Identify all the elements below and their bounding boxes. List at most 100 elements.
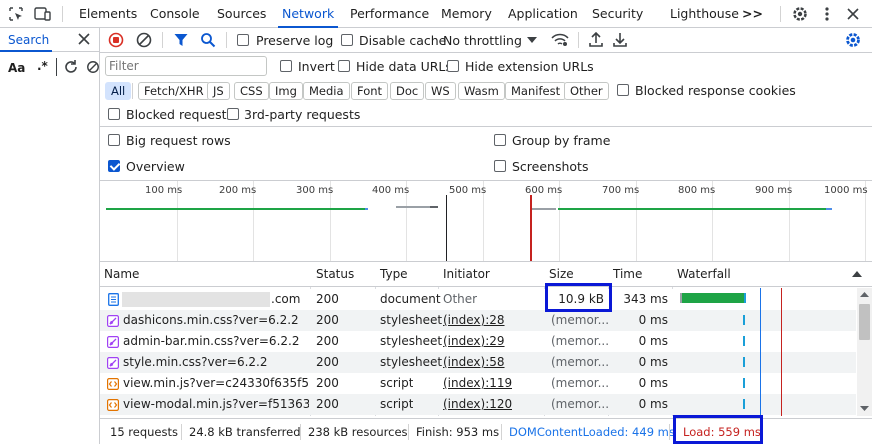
chip-other[interactable]: Other xyxy=(564,82,609,100)
chip-all[interactable]: All xyxy=(105,82,132,100)
script-icon xyxy=(107,377,119,390)
redacted-domain xyxy=(122,292,270,307)
chip-font[interactable]: Font xyxy=(351,82,389,100)
chip-ws[interactable]: WS xyxy=(425,82,456,100)
overview-timeline[interactable]: 100 ms 200 ms 300 ms 400 ms 500 ms 600 m… xyxy=(100,180,872,262)
chip-media[interactable]: Media xyxy=(303,82,350,100)
group-by-frame-label: Group by frame xyxy=(512,133,611,148)
third-party-requests-checkbox[interactable] xyxy=(227,108,239,120)
row-size: (memor... xyxy=(551,334,610,348)
preserve-log-checkbox[interactable] xyxy=(237,34,249,46)
row-initiator-link[interactable]: (index):28 xyxy=(443,310,505,331)
tab-sources[interactable]: Sources xyxy=(217,0,266,28)
clear-search-icon[interactable] xyxy=(86,59,100,75)
chip-doc[interactable]: Doc xyxy=(390,82,425,100)
close-devtools-icon[interactable] xyxy=(845,6,861,22)
overview-checkbox[interactable] xyxy=(108,160,120,172)
row-type: document xyxy=(380,292,441,306)
group-by-frame-checkbox[interactable] xyxy=(494,134,506,146)
row-initiator-link[interactable]: (index):119 xyxy=(443,373,512,394)
hide-extension-urls-label: Hide extension URLs xyxy=(465,59,594,74)
blocked-requests-checkbox[interactable] xyxy=(108,108,120,120)
row-initiator-link[interactable]: (index):58 xyxy=(443,352,505,373)
big-request-rows-label: Big request rows xyxy=(126,133,231,148)
row-status: 200 xyxy=(316,313,339,327)
inspect-element-icon[interactable] xyxy=(8,6,24,22)
export-har-icon[interactable] xyxy=(612,32,628,48)
requests-count: 15 requests xyxy=(110,425,178,439)
overview-request-bar xyxy=(365,208,368,210)
hide-extension-urls-checkbox[interactable] xyxy=(447,60,459,72)
kebab-menu-icon[interactable] xyxy=(820,6,834,22)
blocked-requests-label: Blocked requests xyxy=(126,107,233,122)
vertical-scrollbar[interactable] xyxy=(857,288,872,416)
chip-img[interactable]: Img xyxy=(269,82,303,100)
overview-request-bar xyxy=(558,208,826,210)
match-case-button[interactable]: Aa xyxy=(8,61,25,75)
invert-checkbox[interactable] xyxy=(280,60,292,72)
column-header-name[interactable]: Name xyxy=(104,262,139,286)
throttling-select[interactable]: No throttling xyxy=(443,33,522,48)
size-highlight-box xyxy=(545,283,612,312)
search-icon[interactable] xyxy=(200,32,216,48)
column-header-time[interactable]: Time xyxy=(613,262,642,286)
gear-icon[interactable] xyxy=(791,5,809,23)
row-time: 0 ms xyxy=(638,397,668,411)
scroll-down-icon[interactable] xyxy=(860,405,869,411)
tab-performance[interactable]: Performance xyxy=(350,0,429,28)
filter-icon[interactable] xyxy=(173,32,189,48)
scroll-up-icon[interactable] xyxy=(860,291,869,297)
tab-lighthouse[interactable]: Lighthouse xyxy=(670,0,739,28)
tab-security[interactable]: Security xyxy=(592,0,643,28)
row-initiator-link[interactable]: (index):29 xyxy=(443,331,505,352)
invert-label: Invert xyxy=(298,59,335,74)
sort-ascending-icon[interactable] xyxy=(852,271,862,277)
waterfall-bar xyxy=(682,293,744,303)
tab-application[interactable]: Application xyxy=(508,0,578,28)
network-conditions-icon[interactable] xyxy=(551,32,569,48)
chevron-down-icon[interactable] xyxy=(527,36,537,44)
search-panel-title[interactable]: Search xyxy=(8,33,49,47)
chip-css[interactable]: CSS xyxy=(234,82,269,100)
tab-elements[interactable]: Elements xyxy=(79,0,137,28)
blocked-response-cookies-label: Blocked response cookies xyxy=(635,83,796,98)
row-type: stylesheet xyxy=(380,334,443,348)
import-har-icon[interactable] xyxy=(588,32,604,48)
network-settings-gear-icon[interactable] xyxy=(844,31,862,49)
filter-input[interactable] xyxy=(109,58,259,74)
regex-button[interactable]: .* xyxy=(37,59,48,73)
tab-network[interactable]: Network xyxy=(277,0,339,28)
screenshots-label: Screenshots xyxy=(512,159,589,174)
chip-manifest[interactable]: Manifest xyxy=(505,82,567,100)
blocked-response-cookies-checkbox[interactable] xyxy=(617,84,629,96)
chip-fetch-xhr[interactable]: Fetch/XHR xyxy=(138,82,210,100)
device-toolbar-icon[interactable] xyxy=(34,6,52,22)
close-icon[interactable] xyxy=(78,33,90,45)
screenshots-checkbox[interactable] xyxy=(494,160,506,172)
row-name: view.min.js?ver=c24330f635f5cb... xyxy=(123,376,309,390)
tick-label: 200 ms xyxy=(219,185,257,196)
column-header-waterfall[interactable]: Waterfall xyxy=(677,262,731,286)
load-highlight-box xyxy=(673,415,763,444)
column-header-status[interactable]: Status xyxy=(316,262,354,286)
row-name: view-modal.min.js?ver=f51363b1... xyxy=(123,397,309,411)
column-header-initiator[interactable]: Initiator xyxy=(443,262,490,286)
column-header-type[interactable]: Type xyxy=(380,262,408,286)
record-stop-icon[interactable] xyxy=(108,32,124,48)
overview-request-bar xyxy=(826,208,832,210)
overview-request-bar xyxy=(430,206,438,208)
big-request-rows-checkbox[interactable] xyxy=(108,134,120,146)
hide-data-urls-checkbox[interactable] xyxy=(338,60,350,72)
more-tabs-icon[interactable]: >> xyxy=(742,0,763,28)
tab-console[interactable]: Console xyxy=(150,0,200,28)
row-initiator-link[interactable]: (index):120 xyxy=(443,394,512,415)
disable-cache-checkbox[interactable] xyxy=(341,34,353,46)
row-initiator: Other xyxy=(443,292,478,306)
tab-memory[interactable]: Memory xyxy=(441,0,492,28)
chip-wasm[interactable]: Wasm xyxy=(458,82,505,100)
chip-js[interactable]: JS xyxy=(207,82,230,100)
refresh-icon[interactable] xyxy=(63,59,79,75)
scrollbar-thumb[interactable] xyxy=(859,304,870,340)
row-status: 200 xyxy=(316,334,339,348)
clear-log-icon[interactable] xyxy=(136,32,152,48)
